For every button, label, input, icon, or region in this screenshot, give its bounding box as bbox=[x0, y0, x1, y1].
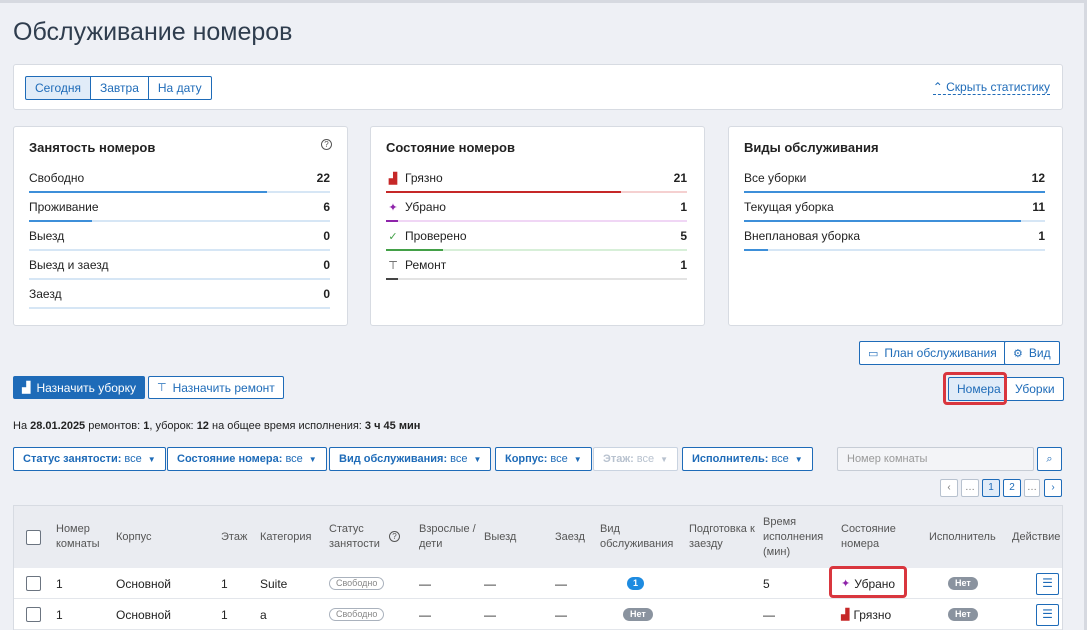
filter-executor[interactable]: Исполнитель: все ▼ bbox=[682, 447, 813, 471]
check-icon: ✓ bbox=[388, 230, 398, 243]
col-checkout[interactable]: Выезд bbox=[484, 506, 516, 568]
occupancy-row-checkout: Выезд 0 bbox=[29, 222, 330, 251]
service-row-unplanned: Внеплановая уборка 1 bbox=[744, 222, 1045, 251]
col-room-state[interactable]: Состояние номера bbox=[841, 506, 907, 568]
tab-on-date[interactable]: На дату bbox=[147, 76, 212, 100]
chevron-down-icon: ▼ bbox=[147, 454, 156, 464]
col-prep[interactable]: Подготовка к заезду bbox=[689, 506, 755, 568]
assign-repair-button[interactable]: ⊤ Назначить ремонт bbox=[148, 376, 284, 399]
col-floor[interactable]: Этаж bbox=[221, 506, 247, 568]
col-executor[interactable]: Исполнитель bbox=[929, 506, 996, 568]
row-menu-button[interactable]: ☰ bbox=[1036, 572, 1059, 595]
table-header: Номер комнаты Корпус Этаж Категория Стат… bbox=[14, 506, 1062, 568]
clipboard-icon: ▭ bbox=[868, 347, 879, 360]
occupancy-row-checkout-checkin: Выезд и заезд 0 bbox=[29, 251, 330, 280]
pagination-page-1[interactable]: 1 bbox=[982, 479, 1000, 497]
room-state-row-checked: ✓ Проверено 5 bbox=[386, 222, 687, 251]
search-button[interactable]: ⌕ bbox=[1037, 447, 1062, 471]
executor-badge[interactable]: Нет bbox=[948, 577, 978, 590]
dirty-icon: ▟ bbox=[388, 172, 398, 185]
room-number-search-input[interactable]: Номер комнаты bbox=[837, 447, 1034, 471]
col-time[interactable]: Время исполнения (мин) bbox=[763, 506, 829, 568]
highlight-room-state bbox=[829, 566, 907, 598]
occupancy-row-living: Проживание 6 bbox=[29, 193, 330, 222]
filter-service-type[interactable]: Вид обслуживания: все ▼ bbox=[329, 447, 492, 471]
col-building[interactable]: Корпус bbox=[116, 506, 151, 568]
cleanings-toggle-button[interactable]: Уборки bbox=[1006, 377, 1064, 401]
roller-icon: ⊤ bbox=[388, 259, 398, 272]
col-room-number[interactable]: Номер комнаты bbox=[56, 506, 112, 568]
chevron-down-icon: ▼ bbox=[660, 454, 669, 464]
chevron-down-icon: ▼ bbox=[473, 454, 482, 464]
col-adults-children[interactable]: Взрослые / дети bbox=[419, 506, 479, 568]
chevron-down-icon: ▼ bbox=[573, 454, 582, 464]
service-count-badge[interactable]: 1 bbox=[627, 577, 645, 590]
tab-tomorrow[interactable]: Завтра bbox=[90, 76, 149, 100]
pagination-next[interactable]: › bbox=[1044, 479, 1062, 497]
occupancy-row-checkin: Заезд 0 bbox=[29, 280, 330, 309]
status-badge: Свободно bbox=[329, 608, 385, 621]
view-button[interactable]: ⚙ Вид bbox=[1004, 341, 1060, 365]
room-state-card: Состояние номеров ▟ Грязно 21 ✦ Убрано 1 ✓… bbox=[370, 126, 705, 326]
room-state-row-dirty: ▟ Грязно 21 bbox=[386, 164, 687, 193]
status-badge: Свободно bbox=[329, 577, 385, 590]
room-state-row-repair: ⊤ Ремонт 1 bbox=[386, 251, 687, 280]
service-types-card: Виды обслуживания Все уборки 12 Текущая … bbox=[728, 126, 1063, 326]
room-state-cell[interactable]: ▟ Грязно bbox=[841, 599, 891, 630]
summary-line: На 28.01.2025 ремонтов: 1, уборок: 12 на… bbox=[13, 420, 421, 432]
pagination-prev[interactable]: ‹ bbox=[940, 479, 958, 497]
col-category[interactable]: Категория bbox=[260, 506, 311, 568]
chevron-down-icon: ▼ bbox=[794, 454, 803, 464]
date-bar: Сегодня Завтра На дату ⌃ Скрыть статисти… bbox=[13, 64, 1063, 110]
select-all-checkbox[interactable] bbox=[26, 529, 41, 545]
menu-icon: ☰ bbox=[1042, 606, 1053, 621]
search-icon: ⌕ bbox=[1046, 453, 1053, 465]
chevron-down-icon: ▼ bbox=[308, 454, 317, 464]
col-service-type[interactable]: Вид обслуживания bbox=[600, 506, 676, 568]
executor-badge[interactable]: Нет bbox=[948, 608, 978, 621]
room-state-title: Состояние номеров bbox=[386, 140, 515, 155]
service-types-title: Виды обслуживания bbox=[744, 140, 879, 155]
cleaned-icon: ✦ bbox=[388, 201, 398, 214]
highlight-rooms-button bbox=[943, 372, 1007, 405]
service-row-all: Все уборки 12 bbox=[744, 164, 1045, 193]
room-state-row-cleaned: ✦ Убрано 1 bbox=[386, 193, 687, 222]
dirty-icon: ▟ bbox=[841, 609, 850, 621]
occupancy-row-free: Свободно 22 bbox=[29, 164, 330, 193]
assign-cleaning-button[interactable]: ▟ Назначить уборку bbox=[13, 376, 145, 399]
col-action: Действие bbox=[1012, 530, 1061, 543]
row-checkbox[interactable] bbox=[26, 576, 41, 591]
occupancy-card: Занятость номеров ? Свободно 22 Проживан… bbox=[13, 126, 348, 326]
col-occupancy-status[interactable]: Статус занятости? bbox=[329, 506, 400, 568]
pagination-ellipsis: … bbox=[961, 479, 979, 497]
filter-building[interactable]: Корпус: все ▼ bbox=[495, 447, 592, 471]
gear-icon: ⚙ bbox=[1013, 347, 1023, 360]
filter-floor: Этаж: все ▼ bbox=[593, 447, 679, 471]
service-plan-button[interactable]: ▭ План обслуживания bbox=[859, 341, 1006, 365]
pagination-ellipsis: … bbox=[1024, 479, 1040, 497]
roller-icon: ⊤ bbox=[157, 382, 167, 394]
table-row[interactable]: 1 Основной 1 a Свободно — — — Нет — ▟ Гря… bbox=[14, 599, 1062, 630]
service-row-current: Текущая уборка 11 bbox=[744, 193, 1045, 222]
menu-icon: ☰ bbox=[1042, 575, 1053, 590]
page-title: Обслуживание номеров bbox=[13, 18, 293, 46]
col-checkin[interactable]: Заезд bbox=[555, 506, 585, 568]
filter-room-state[interactable]: Состояние номера: все ▼ bbox=[167, 447, 327, 471]
occupancy-title: Занятость номеров bbox=[29, 140, 156, 155]
service-none-badge[interactable]: Нет bbox=[623, 608, 653, 621]
top-border bbox=[0, 0, 1087, 3]
pagination-page-2[interactable]: 2 bbox=[1003, 479, 1021, 497]
help-icon[interactable]: ? bbox=[321, 139, 332, 150]
row-checkbox[interactable] bbox=[26, 607, 41, 622]
help-icon[interactable]: ? bbox=[389, 531, 400, 542]
broom-icon: ▟ bbox=[22, 382, 31, 394]
hide-stats-link[interactable]: ⌃ Скрыть статистику bbox=[932, 80, 1050, 95]
row-menu-button[interactable]: ☰ bbox=[1036, 603, 1059, 626]
chevron-up-icon: ⌃ bbox=[932, 80, 947, 94]
date-segmented-control: Сегодня Завтра На дату bbox=[25, 76, 212, 100]
filter-occupancy-status[interactable]: Статус занятости: все ▼ bbox=[13, 447, 166, 471]
tab-today[interactable]: Сегодня bbox=[25, 76, 91, 100]
